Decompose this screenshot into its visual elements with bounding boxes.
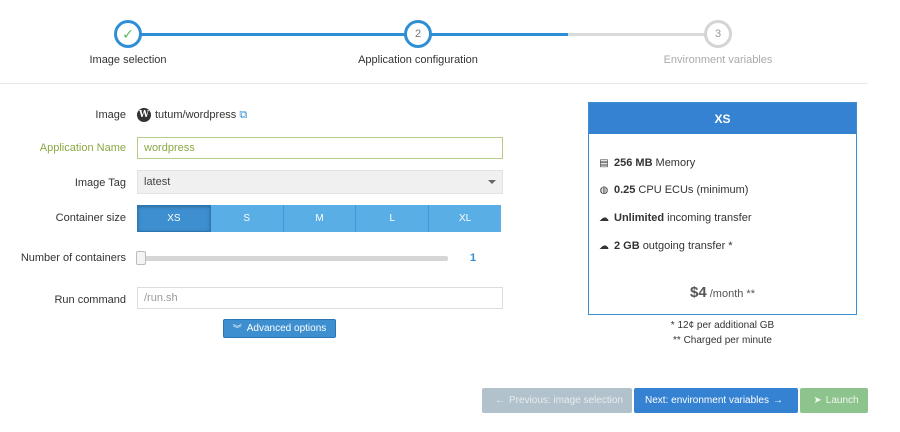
wizard-connector (128, 33, 418, 36)
feature-text: CPU ECUs (minimum) (638, 184, 749, 196)
memory-icon: ▤ (599, 157, 609, 169)
size-option-xl[interactable]: XL (429, 205, 501, 232)
arrow-right-icon: → (772, 395, 783, 406)
wizard-step-2-marker: 2 (404, 20, 432, 48)
launch-button[interactable]: ➤ Launch (800, 388, 868, 413)
container-size-row: Container size (0, 212, 126, 224)
image-name: tutum/wordpress (155, 109, 237, 121)
caret-down-icon (488, 180, 496, 184)
advanced-options-button[interactable]: ︾ Advanced options (223, 319, 336, 338)
image-label: Image (95, 109, 126, 121)
step-number: 3 (714, 28, 722, 40)
wizard-connector (568, 33, 718, 36)
plan-feature-cpu: ◍ 0.25 CPU ECUs (minimum) (598, 184, 749, 196)
wizard-step-3-marker: 3 (704, 20, 732, 48)
wizard-step-1-label[interactable]: Image selection (38, 54, 218, 66)
app-name-row: Application Name (0, 142, 126, 154)
chevron-down-icon: ︾ (232, 324, 242, 334)
size-option-s[interactable]: S (210, 205, 284, 232)
containers-count: 1 (470, 252, 477, 264)
next-button[interactable]: Next: environment variables → (634, 388, 798, 413)
app-name-label: Application Name (39, 142, 126, 154)
price-period: /month ** (709, 288, 755, 300)
previous-label: Previous: image selection (509, 395, 623, 406)
feature-value: 2 GB (614, 240, 640, 252)
wizard-step-3-label: Environment variables (663, 54, 773, 66)
launch-label: Launch (825, 395, 859, 406)
image-tag-row: Image Tag (0, 177, 126, 189)
plan-note-billing: ** Charged per minute (673, 335, 772, 346)
cpu-icon: ◍ (599, 184, 609, 196)
containers-slider-track[interactable] (141, 256, 448, 261)
image-tag-value: latest (144, 176, 171, 188)
wizard-progress: ✓ 2 3 Image selection Application config… (0, 0, 868, 84)
app-name-input[interactable]: wordpress (137, 137, 503, 159)
next-label: Next: environment variables (645, 395, 769, 406)
containers-slider-handle[interactable] (136, 251, 146, 265)
image-tag-select[interactable]: latest (137, 170, 503, 194)
num-containers-label: Number of containers (20, 252, 126, 264)
plan-price: $4 /month ** (589, 284, 856, 301)
num-containers-row: Number of containers (0, 252, 126, 264)
image-row: Image (0, 109, 126, 121)
previous-button[interactable]: ← Previous: image selection (482, 388, 632, 413)
feature-value: 0.25 (614, 184, 636, 196)
wizard-step-2-label: Application configuration (358, 54, 478, 66)
size-option-m[interactable]: M (283, 205, 357, 232)
cloud-upload-icon: ☁ (599, 240, 609, 252)
run-command-input[interactable]: /run.sh (137, 287, 503, 309)
check-icon: ✓ (122, 25, 134, 42)
container-size-group: XS S M L XL (137, 205, 501, 232)
arrow-left-icon: ← (495, 395, 506, 406)
wordpress-icon: W (137, 108, 151, 122)
container-size-label: Container size (55, 212, 126, 224)
run-command-row: Run command (0, 294, 126, 306)
image-tag-label: Image Tag (74, 177, 126, 189)
run-command-label: Run command (54, 294, 126, 306)
plan-feature-memory: ▤ 256 MB Memory (598, 157, 695, 169)
external-link-icon[interactable]: ⧉ (239, 109, 247, 122)
plan-title: XS (589, 103, 856, 134)
paper-plane-icon: ➤ (813, 395, 822, 406)
feature-text: incoming transfer (667, 212, 752, 224)
image-value: W tutum/wordpress ⧉ (137, 108, 247, 122)
plan-feature-outgoing: ☁ 2 GB outgoing transfer * (598, 240, 733, 252)
size-option-l[interactable]: L (356, 205, 430, 232)
feature-text: outgoing transfer * (642, 240, 733, 252)
plan-card: XS ▤ 256 MB Memory ◍ 0.25 CPU ECUs (mini… (588, 102, 857, 315)
step-number: 2 (414, 28, 422, 40)
size-option-xs[interactable]: XS (137, 205, 211, 232)
wizard-step-1-marker[interactable]: ✓ (114, 20, 142, 48)
feature-value: 256 MB (614, 157, 653, 169)
wizard-connector (418, 33, 568, 36)
plan-feature-incoming: ☁ Unlimited incoming transfer (598, 212, 752, 224)
price-amount: $4 (690, 284, 707, 301)
feature-value: Unlimited (614, 212, 665, 224)
feature-text: Memory (655, 157, 696, 169)
cloud-download-icon: ☁ (599, 212, 609, 224)
advanced-options-label: Advanced options (246, 323, 327, 334)
plan-note-transfer: * 12¢ per additional GB (670, 320, 775, 331)
